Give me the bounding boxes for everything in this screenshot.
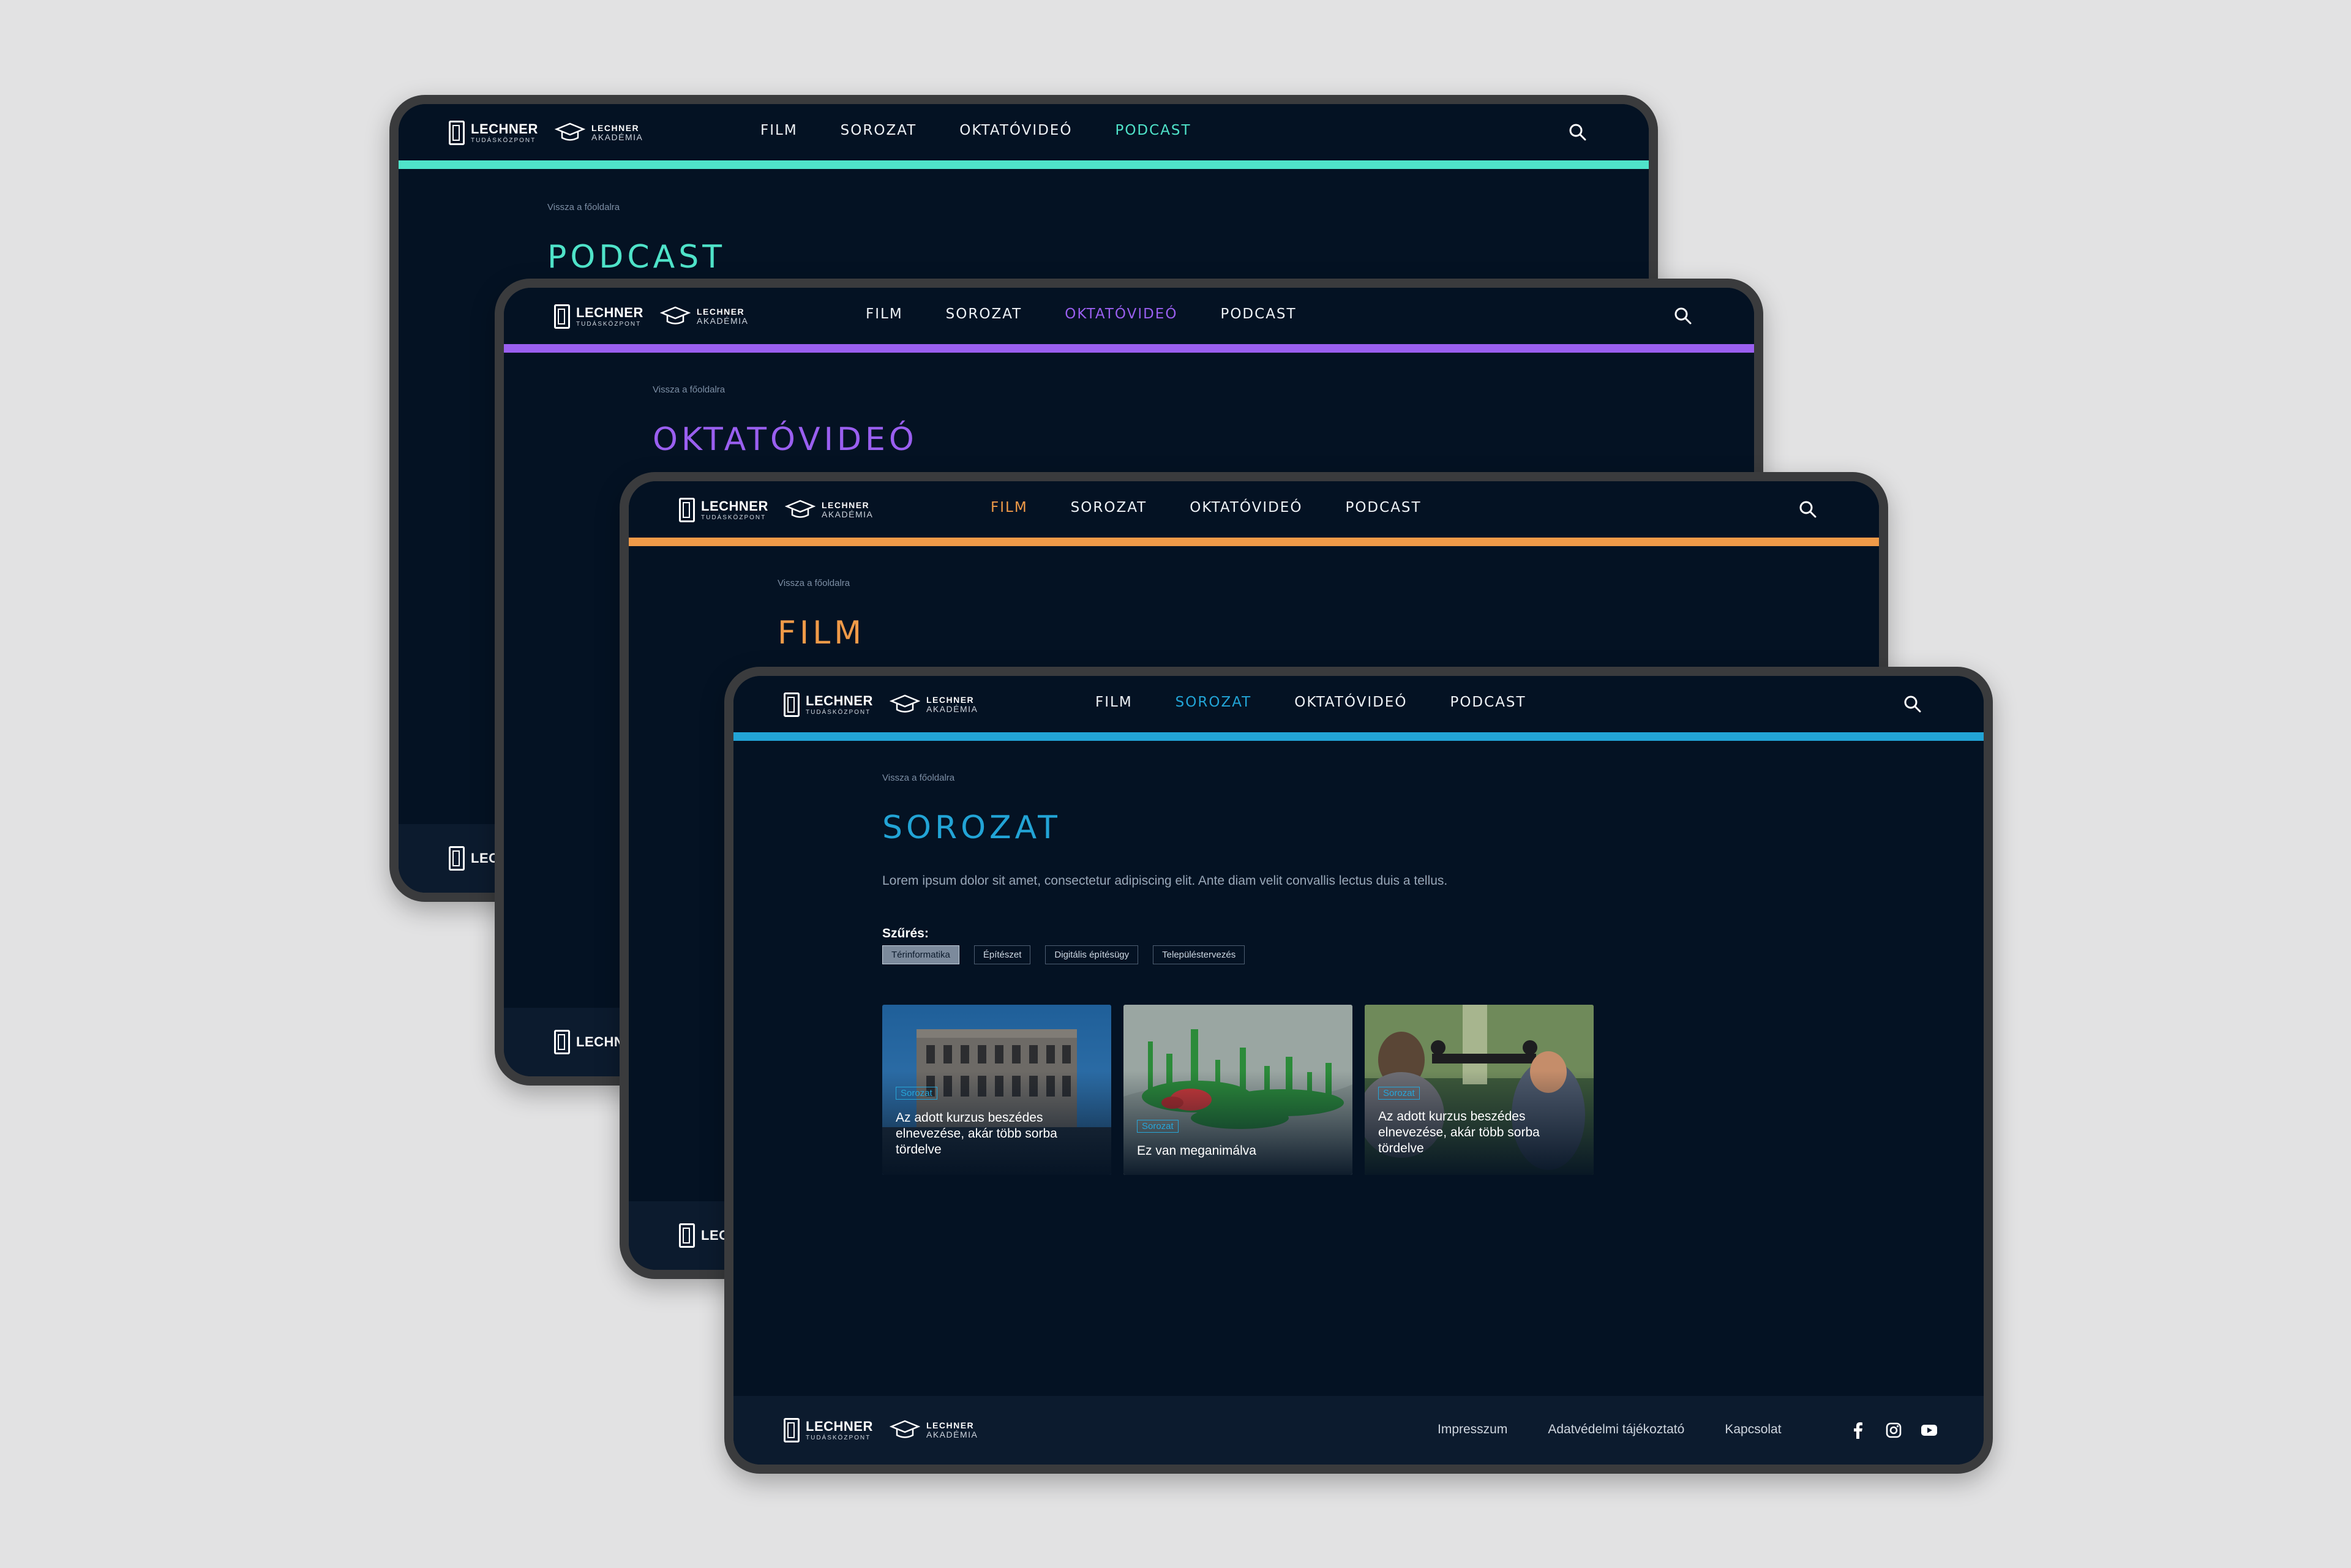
logo-mark-icon [784,1418,800,1442]
logo-mark-icon [679,1223,695,1248]
page-title: SOROZAT [882,809,1061,846]
lechner-tudaskozpont-logo[interactable]: LECHNER TUDÁSKÖZPONT [679,495,768,525]
instagram-icon[interactable] [1885,1422,1902,1439]
intro-text: Lorem ipsum dolor sit amet, consectetur … [882,874,1448,888]
accent-line [399,160,1649,169]
page-title: PODCAST [547,239,726,276]
graduation-cap-icon [555,122,585,141]
filter-chips: Térinformatika Építészet Digitális építé… [882,945,1245,964]
nav-oktatovideo[interactable]: OKTATÓVIDEÓ [1190,500,1302,516]
nav-sorozat[interactable]: SOROZAT [1071,500,1147,516]
footer-link-adatvedelem[interactable]: Adatvédelmi tájékoztató [1548,1422,1684,1437]
accent-line [733,732,1984,741]
main-nav: FILM SOROZAT OKTATÓVIDEÓ PODCAST [866,306,1297,322]
footer-link-kapcsolat[interactable]: Kapcsolat [1725,1422,1781,1437]
nav-podcast[interactable]: PODCAST [1450,694,1526,710]
header: LECHNER TUDÁSKÖZPONT LECHNER AKADÉMIA FILM… [399,104,1649,160]
card-tag: Sorozat [896,1087,937,1100]
graduation-cap-icon [890,1420,920,1438]
header: LECHNER TUDÁSKÖZPONT LECHNER AKADÉMIA FILM… [629,481,1879,538]
lechner-akademia-logo[interactable]: LECHNER AKADÉMIA [890,689,978,720]
logo-mark-icon [554,304,570,329]
card-title: Ez van meganimálva [1137,1144,1256,1158]
card-title: Az adott kurzus beszédes elnevezése, aká… [1378,1109,1540,1155]
lechner-akademia-logo[interactable]: LECHNER AKADÉMIA [555,118,643,148]
accent-line [629,538,1879,546]
footer-logo[interactable]: LECHN [554,1027,624,1057]
facebook-icon[interactable] [1850,1422,1867,1439]
tablet-sorozat: LECHNER TUDÁSKÖZPONT LECHNER AKADÉMIA FILM… [724,667,1993,1474]
logo-mark-icon [784,692,800,717]
footer-links: Impresszum Adatvédelmi tájékoztató Kapcs… [1438,1422,1782,1437]
logo-mark-icon [679,498,695,522]
logo-mark-icon [449,846,465,871]
footer-akademia-logo[interactable]: LECHNER AKADÉMIA [890,1415,978,1446]
logo-mark-icon [554,1030,570,1054]
screen-sorozat: LECHNER TUDÁSKÖZPONT LECHNER AKADÉMIA FILM… [733,676,1984,1465]
lechner-akademia-logo[interactable]: LECHNER AKADÉMIA [660,301,748,332]
breadcrumb[interactable]: Vissza a főoldalra [653,384,725,395]
search-icon[interactable] [1568,122,1588,142]
footer: LECHNER TUDÁSKÖZPONT LECHNER AKADÉMIA Impr… [733,1396,1984,1465]
graduation-cap-icon [785,500,816,518]
nav-oktatovideo[interactable]: OKTATÓVIDEÓ [1294,694,1407,710]
lechner-tudaskozpont-logo[interactable]: LECHNER TUDÁSKÖZPONT [449,118,538,148]
nav-podcast[interactable]: PODCAST [1345,500,1421,516]
footer-link-impresszum[interactable]: Impresszum [1438,1422,1507,1437]
breadcrumb[interactable]: Vissza a főoldalra [778,578,850,588]
header: LECHNER TUDÁSKÖZPONT LECHNER AKADÉMIA FILM… [504,288,1754,344]
nav-sorozat[interactable]: SOROZAT [946,306,1022,322]
nav-oktatovideo[interactable]: OKTATÓVIDEÓ [959,122,1072,138]
main-nav: FILM SOROZAT OKTATÓVIDEÓ PODCAST [760,122,1191,138]
content-card[interactable]: Sorozat Az adott kurzus beszédes elnevez… [882,1005,1111,1175]
social-links [1850,1422,1938,1439]
filter-chip-digitalis-epitesugy[interactable]: Digitális építésügy [1045,945,1139,964]
filter-chip-epiteszet[interactable]: Építészet [973,945,1031,964]
nav-oktatovideo[interactable]: OKTATÓVIDEÓ [1065,306,1177,322]
card-tag: Sorozat [1378,1087,1420,1100]
breadcrumb[interactable]: Vissza a főoldalra [547,202,620,212]
header: LECHNER TUDÁSKÖZPONT LECHNER AKADÉMIA FILM… [733,676,1984,732]
filter-chip-telepulestervezes[interactable]: Településtervezés [1153,945,1245,964]
nav-sorozat[interactable]: SOROZAT [841,122,917,138]
footer-logo[interactable]: LEC [679,1220,729,1251]
nav-film[interactable]: FILM [991,500,1028,516]
nav-podcast[interactable]: PODCAST [1115,122,1191,138]
main-nav: FILM SOROZAT OKTATÓVIDEÓ PODCAST [1095,694,1526,710]
search-icon[interactable] [1903,694,1922,714]
card-tag: Sorozat [1137,1120,1179,1133]
footer-tudaskozpont-logo[interactable]: LECHNER TUDÁSKÖZPONT [784,1415,873,1446]
nav-film[interactable]: FILM [760,122,798,138]
search-icon[interactable] [1798,500,1818,519]
page-title: OKTATÓVIDEÓ [653,421,918,458]
filter-chip-terinformatika[interactable]: Térinformatika [882,945,959,964]
accent-line [504,344,1754,353]
page-title: FILM [778,615,866,651]
nav-film[interactable]: FILM [866,306,903,322]
filter-label: Szűrés: [882,926,929,940]
card-title: Az adott kurzus beszédes elnevezése, aká… [896,1111,1057,1157]
logo-mark-icon [449,121,465,145]
nav-podcast[interactable]: PODCAST [1220,306,1296,322]
graduation-cap-icon [660,306,691,324]
search-icon[interactable] [1673,306,1693,326]
youtube-icon[interactable] [1921,1422,1938,1439]
main-nav: FILM SOROZAT OKTATÓVIDEÓ PODCAST [991,500,1422,516]
lechner-tudaskozpont-logo[interactable]: LECHNER TUDÁSKÖZPONT [784,689,873,720]
lechner-akademia-logo[interactable]: LECHNER AKADÉMIA [785,495,873,525]
nav-sorozat[interactable]: SOROZAT [1176,694,1252,710]
lechner-tudaskozpont-logo[interactable]: LECHNER TUDÁSKÖZPONT [554,301,643,332]
breadcrumb[interactable]: Vissza a főoldalra [882,773,954,783]
content-card[interactable]: Sorozat Az adott kurzus beszédes elnevez… [1365,1005,1594,1175]
nav-film[interactable]: FILM [1095,694,1133,710]
graduation-cap-icon [890,694,920,713]
content-card[interactable]: Sorozat Ez van meganimálva [1123,1005,1352,1175]
